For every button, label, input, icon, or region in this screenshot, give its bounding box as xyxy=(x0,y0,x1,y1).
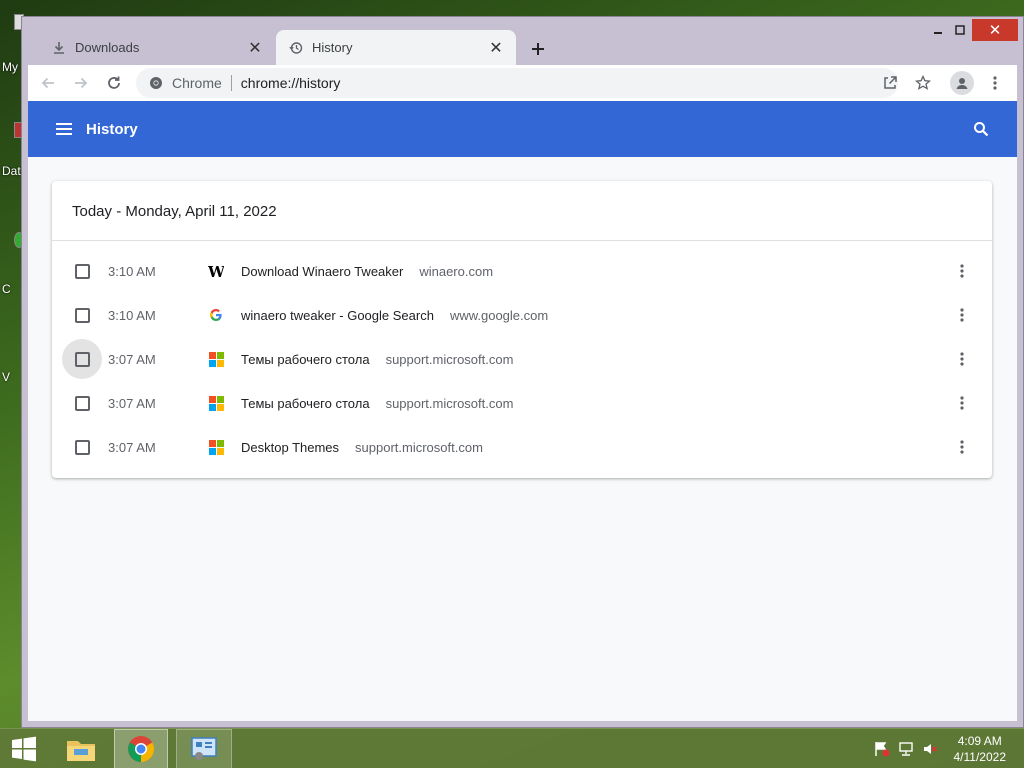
entry-link[interactable]: Desktop Themes support.microsoft.com xyxy=(241,440,483,455)
clock-date: 4/11/2022 xyxy=(953,750,1007,764)
entry-domain: www.google.com xyxy=(449,307,549,323)
entry-time: 3:10 AM xyxy=(108,263,156,279)
omnibox-divider xyxy=(230,75,232,91)
title-bar: Downloads ✕ History ✕ ✕ xyxy=(22,17,1023,65)
windows-logo-icon xyxy=(12,736,36,762)
microsoft-icon xyxy=(208,351,224,367)
entry-time: 3:10 AM xyxy=(108,307,156,323)
share-icon[interactable] xyxy=(878,71,902,95)
history-icon xyxy=(288,40,304,56)
maximize-button[interactable] xyxy=(946,19,974,41)
google-icon xyxy=(208,307,224,323)
entry-link[interactable]: Download Winaero Tweaker winaero.com xyxy=(241,264,493,279)
history-entry[interactable]: 3:07 AM Темы рабочего стола support.micro… xyxy=(52,337,992,381)
network-icon[interactable] xyxy=(898,741,914,757)
profile-avatar-icon[interactable] xyxy=(950,71,974,95)
entry-checkbox[interactable] xyxy=(62,251,102,291)
history-entry[interactable]: 3:07 AM Desktop Themes support.microsoft.… xyxy=(52,425,992,469)
entry-link[interactable]: winaero tweaker - Google Search www.googl… xyxy=(241,308,548,323)
desktop-label: My xyxy=(2,60,18,74)
date-heading: Today - Monday, April 11, 2022 xyxy=(52,181,992,241)
control-panel-taskbar-icon[interactable] xyxy=(176,729,232,768)
entry-title[interactable]: Download Winaero Tweaker xyxy=(241,264,403,279)
entry-title[interactable]: winaero tweaker - Google Search xyxy=(241,308,434,323)
taskbar: 4:09 AM 4/11/2022 xyxy=(0,728,1024,768)
action-center-flag-icon[interactable] xyxy=(874,741,890,757)
entry-link[interactable]: Темы рабочего стола support.microsoft.com xyxy=(241,396,513,411)
entry-domain: support.microsoft.com xyxy=(355,439,483,455)
winaero-icon: W xyxy=(208,263,224,279)
close-window-button[interactable]: ✕ xyxy=(972,19,1018,41)
history-card: Today - Monday, April 11, 2022 3:10 AM W… xyxy=(52,181,992,478)
desktop-label: Dat xyxy=(2,164,21,178)
tab-label: History xyxy=(312,40,353,55)
desktop-edge: My Dat C V xyxy=(0,0,24,728)
more-actions-icon[interactable] xyxy=(952,437,972,457)
history-header: History xyxy=(28,101,1017,157)
microsoft-icon xyxy=(208,439,224,455)
chrome-window: Downloads ✕ History ✕ ✕ Chrome chrome://… xyxy=(21,16,1024,728)
history-list: 3:10 AM W Download Winaero Tweaker winaer… xyxy=(52,241,992,469)
desktop-label: V xyxy=(2,370,11,384)
page-title: History xyxy=(86,120,138,138)
entry-domain: winaero.com xyxy=(419,263,494,279)
entry-title[interactable]: Темы рабочего стола xyxy=(241,352,370,367)
desktop-label: C xyxy=(2,282,11,296)
address-bar[interactable]: Chrome chrome://history xyxy=(136,68,898,98)
entry-title[interactable]: Desktop Themes xyxy=(241,440,339,455)
volume-muted-icon[interactable] xyxy=(922,741,938,757)
more-actions-icon[interactable] xyxy=(952,349,972,369)
browser-toolbar: Chrome chrome://history xyxy=(28,65,1017,101)
system-clock[interactable]: 4:09 AM 4/11/2022 xyxy=(954,733,1007,765)
start-button[interactable] xyxy=(0,729,48,768)
entry-time: 3:07 AM xyxy=(108,395,156,411)
entry-time: 3:07 AM xyxy=(108,439,156,455)
tab-label: Downloads xyxy=(75,40,140,55)
search-icon[interactable] xyxy=(971,119,991,139)
entry-checkbox[interactable] xyxy=(62,295,102,335)
omnibox-chrome-label: Chrome xyxy=(172,75,222,91)
download-icon xyxy=(51,40,67,56)
new-tab-button[interactable] xyxy=(526,37,550,61)
history-entry[interactable]: 3:10 AM W Download Winaero Tweaker winaer… xyxy=(52,249,992,293)
close-tab-icon[interactable]: ✕ xyxy=(245,38,265,58)
history-entry[interactable]: 3:07 AM Темы рабочего стола support.micro… xyxy=(52,381,992,425)
url-text[interactable]: chrome://history xyxy=(241,75,341,91)
forward-button[interactable] xyxy=(69,71,93,95)
more-actions-icon[interactable] xyxy=(952,305,972,325)
entry-title[interactable]: Темы рабочего стола xyxy=(241,396,370,411)
entry-checkbox[interactable] xyxy=(62,427,102,467)
more-actions-icon[interactable] xyxy=(952,261,972,281)
entry-domain: support.microsoft.com xyxy=(385,351,514,367)
chrome-taskbar-icon[interactable] xyxy=(114,729,168,768)
tab-downloads[interactable]: Downloads ✕ xyxy=(39,30,275,65)
entry-checkbox[interactable] xyxy=(62,383,102,423)
microsoft-icon xyxy=(208,395,224,411)
entry-domain: support.microsoft.com xyxy=(385,395,514,411)
entry-checkbox[interactable] xyxy=(62,339,102,379)
browser-menu-icon[interactable] xyxy=(983,71,1007,95)
chrome-icon xyxy=(148,75,164,91)
svg-text:W: W xyxy=(208,264,224,278)
entry-link[interactable]: Темы рабочего стола support.microsoft.com xyxy=(241,352,513,367)
entry-time: 3:07 AM xyxy=(108,351,156,367)
history-entry[interactable]: 3:10 AM winaero tweaker - Google Search w… xyxy=(52,293,992,337)
file-explorer-taskbar-icon[interactable] xyxy=(56,729,106,768)
back-button[interactable] xyxy=(36,71,60,95)
reload-button[interactable] xyxy=(102,71,126,95)
hamburger-menu-icon[interactable] xyxy=(54,119,74,139)
clock-time: 4:09 AM xyxy=(957,734,1002,748)
more-actions-icon[interactable] xyxy=(952,393,972,413)
close-tab-icon[interactable]: ✕ xyxy=(486,38,506,58)
bookmark-star-icon[interactable] xyxy=(911,71,935,95)
history-page: History Today - Monday, April 11, 2022 3… xyxy=(28,101,1017,721)
tab-history[interactable]: History ✕ xyxy=(276,30,516,65)
